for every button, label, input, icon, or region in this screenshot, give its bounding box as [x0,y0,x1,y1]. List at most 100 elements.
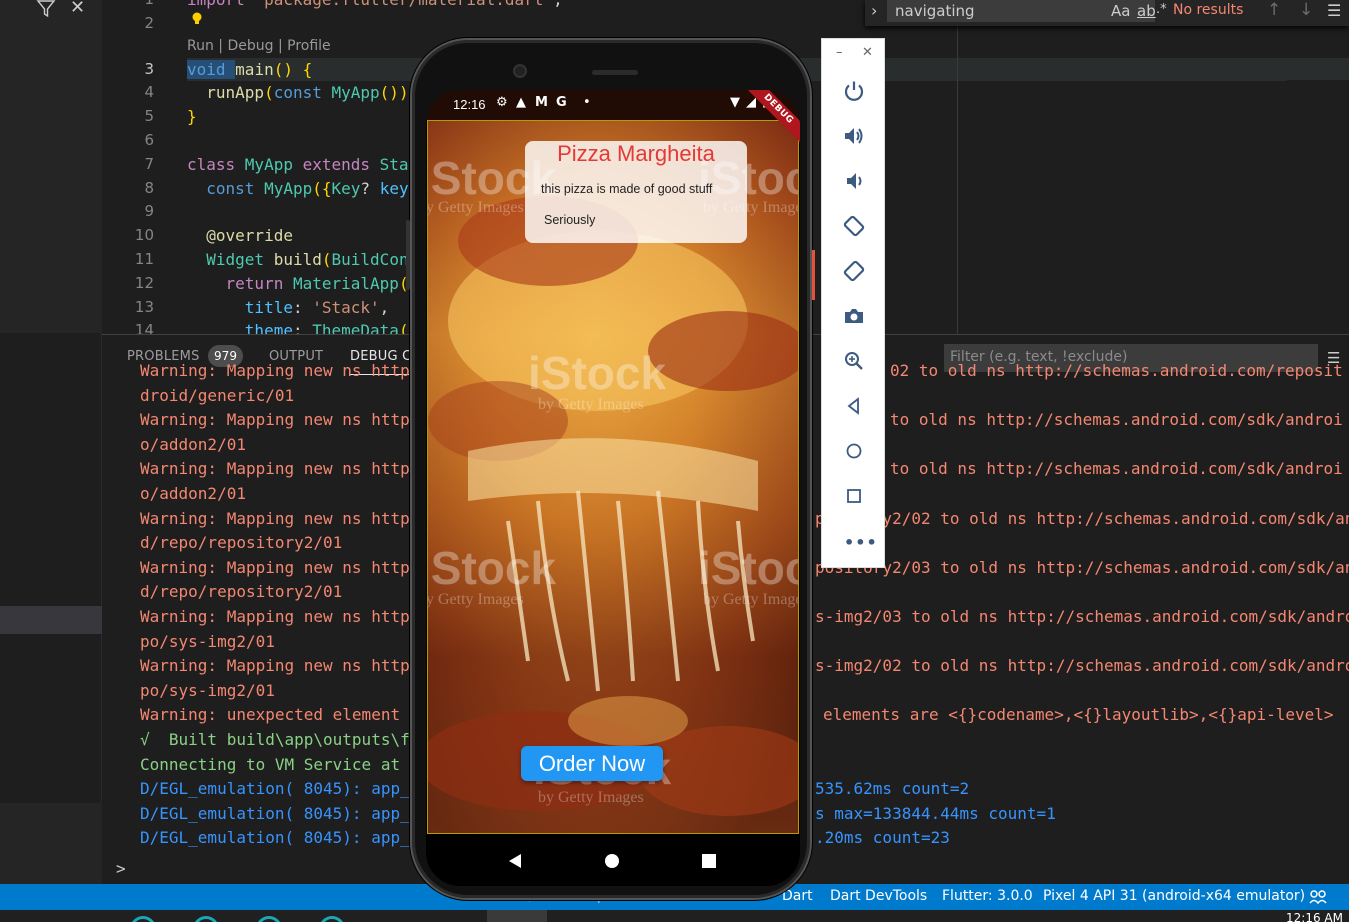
console-line: Warning: Mapping new ns http [140,410,410,430]
regex-toggle[interactable]: .* [1156,2,1167,17]
taskbar-active-app[interactable] [487,910,547,922]
rotate-right-icon[interactable] [842,259,866,283]
close-icon[interactable]: ✕ [862,45,873,60]
console-line: D/EGL_emulation( 8045): app_ [140,828,410,848]
code-token: , [379,297,390,317]
console-line-continuation: to old ns http://schemas.android.com/sdk… [890,459,1343,479]
watermark-subtext: by Getty Images [427,199,524,216]
code-token: const [273,83,332,103]
code-token: build [273,249,322,269]
overview-icon[interactable] [842,484,866,508]
volume-down-icon[interactable] [842,169,866,193]
code-token: } [187,107,197,127]
code-token: ) [398,83,409,103]
console-line: o/addon2/01 [140,484,246,503]
match-case-toggle[interactable]: Aa [1111,2,1130,20]
console-line: po/sys-img2/01 [140,631,275,651]
code-token: ? [360,178,380,198]
code-token: extends [302,154,380,174]
code-token: title [244,297,293,317]
console-line: Warning: unexpected element [140,705,401,725]
code-token: ( [398,321,409,334]
minimize-icon[interactable]: – [836,45,843,60]
code-token: Sta [379,154,409,174]
status-dart-devtools[interactable]: Dart DevTools [830,888,927,904]
taskbar-app-icon[interactable] [193,916,219,922]
console-line-continuation: to old ns http://schemas.android.com/sdk… [890,410,1343,430]
status-device[interactable]: Pixel 4 API 31 (android-x64 emulator) [1043,888,1305,904]
code-token: return [225,273,293,293]
back-icon[interactable] [842,394,866,418]
code-token: () [273,59,303,79]
code-token: MyApp [331,83,380,103]
line-number: 3 [144,59,154,78]
home-icon[interactable] [842,439,866,463]
android-nav-bar [426,835,800,886]
console-line: Warning: Mapping new ns http [140,607,410,626]
code-token: ( [312,178,322,198]
zoom-icon[interactable] [842,349,866,373]
phone-side-button [406,220,410,290]
find-in-selection-icon[interactable]: ☰ [1327,1,1341,20]
more-icon[interactable]: ••• [844,533,878,552]
nav-overview-icon[interactable] [702,854,716,868]
filter-icon[interactable] [36,0,56,18]
close-icon[interactable]: ✕ [70,0,85,18]
status-language[interactable]: Dart [782,888,813,904]
console-line: D/EGL_emulation( 8045): app_ [140,803,410,823]
code-token: () [379,83,399,103]
console-line: d/repo/repository2/01 [140,582,343,602]
code-token: void [187,59,236,79]
code-token: ( [264,83,274,103]
earpiece-speaker [592,70,638,75]
line-number: 4 [144,83,154,102]
camera-icon[interactable] [842,304,866,328]
find-widget: › navigating Aa ab .* No results ↑ ↓ ☰ [865,0,1349,26]
taskbar-app-icon[interactable] [130,916,156,922]
code-token: BuildCon [331,249,409,269]
taskbar-app-icon[interactable] [256,916,282,922]
watermark-subtext: by Getty Images [703,591,799,608]
code-token: MaterialApp [292,273,399,293]
flutter-app[interactable]: iStock by Getty Images iStock by Getty I… [427,120,799,834]
previous-match-icon[interactable]: ↑ [1267,0,1281,20]
console-line-continuation: 535.62ms count=2 [815,779,970,799]
line-number: 10 [134,226,154,245]
phone-screen[interactable]: iStock by Getty Images iStock by Getty I… [426,90,800,886]
whole-word-toggle[interactable]: ab [1137,2,1156,20]
console-line: Warning: Mapping new ns http [140,361,410,380]
emulator-edge-indicator [812,250,815,300]
taskbar-clock[interactable]: 12:16 AM [1286,911,1343,922]
nav-home-icon[interactable] [604,853,620,869]
find-input[interactable]: navigating Aa ab [887,0,1156,22]
code-token: main [235,59,274,79]
gmail-icon: M [535,95,548,110]
android-clock: 12:16 [453,97,486,112]
taskbar-app-icon[interactable] [319,916,345,922]
next-match-icon[interactable]: ↓ [1299,0,1313,20]
notification-dot-icon: • [583,95,591,110]
console-line: Warning: Mapping new ns http [140,459,410,479]
line-number: 13 [134,297,154,316]
code-token: Key [331,178,361,198]
line-number: 11 [134,249,154,268]
line-number: 5 [144,107,154,126]
console-prompt[interactable]: > [116,859,126,878]
nav-back-icon[interactable] [508,853,522,869]
android-emulator-phone: iStock by Getty Images iStock by Getty I… [406,38,812,900]
power-icon[interactable] [842,79,866,103]
card-title: Pizza Margheita [557,141,715,166]
order-now-button[interactable]: Order Now [521,746,663,781]
status-flutter-version[interactable]: Flutter: 3.0.0 [942,888,1033,904]
feedback-icon[interactable] [1309,889,1327,905]
sidebar-selected-row[interactable] [0,606,102,634]
code-token: class [187,154,245,174]
chevron-right-icon[interactable]: › [871,1,877,20]
rotate-left-icon[interactable] [842,214,866,238]
find-status: No results [1173,2,1244,18]
google-icon: G [556,95,567,110]
volume-up-icon[interactable] [842,124,866,148]
